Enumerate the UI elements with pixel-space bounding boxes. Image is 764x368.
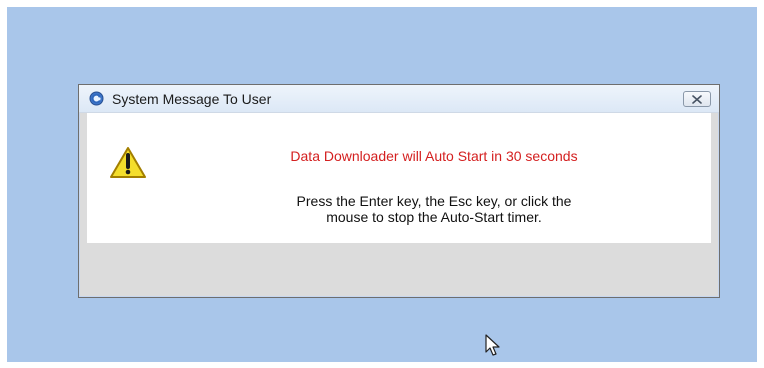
desktop: System Message To User Data Downloader w… xyxy=(7,7,757,362)
instruction-message: Press the Enter key, the Esc key, or cli… xyxy=(157,193,711,225)
system-message-dialog: System Message To User Data Downloader w… xyxy=(78,84,720,298)
auto-start-warning-message: Data Downloader will Auto Start in 30 se… xyxy=(290,148,578,164)
instruction-line-1: Press the Enter key, the Esc key, or cli… xyxy=(296,193,572,209)
dialog-title: System Message To User xyxy=(112,91,272,107)
warning-icon xyxy=(110,147,146,178)
instruction-line-2: mouse to stop the Auto-Start timer. xyxy=(326,209,542,225)
close-button[interactable] xyxy=(683,91,711,107)
dialog-content: Data Downloader will Auto Start in 30 se… xyxy=(87,113,711,243)
mouse-pointer-icon xyxy=(485,334,500,356)
close-icon xyxy=(692,95,702,104)
app-refresh-icon xyxy=(89,91,104,106)
dialog-titlebar[interactable]: System Message To User xyxy=(79,85,719,113)
